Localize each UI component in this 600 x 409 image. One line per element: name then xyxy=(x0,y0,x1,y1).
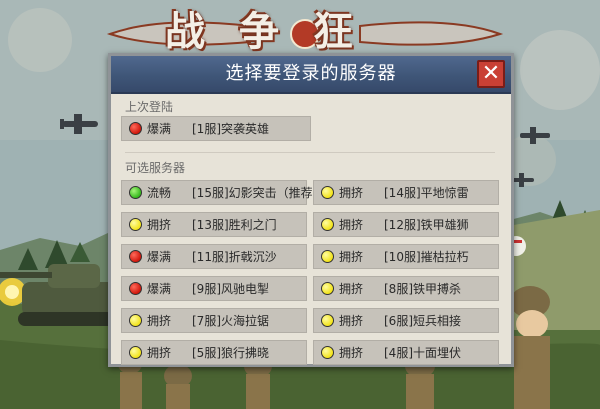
status-yellow-icon xyxy=(129,314,142,327)
dialog-titlebar: 选择要登录的服务器 ✕ xyxy=(111,56,511,94)
server-status: 拥挤 xyxy=(339,250,364,264)
server-name: [6服]短兵相接 xyxy=(384,314,461,328)
last-login-label: 上次登陆 xyxy=(125,100,174,114)
status-yellow-icon xyxy=(321,218,334,231)
server-status: 拥挤 xyxy=(147,218,172,232)
server-name: [1服]突袭英雄 xyxy=(192,122,269,136)
last-login-server[interactable]: 爆满 [1服]突袭英雄 xyxy=(121,116,311,141)
server-name: [7服]火海拉锯 xyxy=(192,314,269,328)
server-status: 爆满 xyxy=(147,250,172,264)
server-row[interactable]: 流畅 [15服]幻影突击（推荐） xyxy=(121,180,325,205)
server-status: 拥挤 xyxy=(147,346,172,360)
server-name: [4服]十面埋伏 xyxy=(384,346,461,360)
server-row[interactable]: 爆满 [9服]风驰电掣 xyxy=(121,276,307,301)
server-status: 拥挤 xyxy=(339,218,364,232)
server-name: [11服]折戟沉沙 xyxy=(192,250,277,264)
close-button[interactable]: ✕ xyxy=(477,60,505,88)
server-status: 拥挤 xyxy=(339,186,364,200)
server-name: [15服]幻影突击（推荐） xyxy=(192,186,325,200)
server-row[interactable]: 拥挤 [4服]十面埋伏 xyxy=(313,340,499,365)
server-name: [10服]摧枯拉朽 xyxy=(384,250,469,264)
status-red-icon xyxy=(129,282,142,295)
server-status: 拥挤 xyxy=(339,314,364,328)
server-select-dialog: 选择要登录的服务器 ✕ 上次登陆 爆满 [1服]突袭英雄 可选服务器 流畅 [15… xyxy=(108,53,514,367)
status-green-icon xyxy=(129,186,142,199)
status-yellow-icon xyxy=(321,250,334,263)
status-yellow-icon xyxy=(321,282,334,295)
status-red-icon xyxy=(129,122,142,135)
status-yellow-icon xyxy=(321,314,334,327)
server-row[interactable]: 拥挤 [14服]平地惊雷 xyxy=(313,180,499,205)
close-icon: ✕ xyxy=(481,61,501,86)
server-status: 拥挤 xyxy=(339,346,364,360)
server-row[interactable]: 拥挤 [6服]短兵相接 xyxy=(313,308,499,333)
game-logo-title: 战争狂职 xyxy=(165,9,387,107)
dialog-title: 选择要登录的服务器 xyxy=(225,63,397,84)
server-status: 拥挤 xyxy=(147,314,172,328)
status-yellow-icon xyxy=(321,186,334,199)
status-yellow-icon xyxy=(321,346,334,359)
server-name: [5服]狼行拂晓 xyxy=(192,346,269,360)
status-red-icon xyxy=(129,250,142,263)
server-row[interactable]: 爆满 [11服]折戟沉沙 xyxy=(121,244,307,269)
server-name: [13服]胜利之门 xyxy=(192,218,277,232)
available-servers-label: 可选服务器 xyxy=(125,161,186,175)
server-name: [12服]铁甲雄狮 xyxy=(384,218,469,232)
status-yellow-icon xyxy=(129,218,142,231)
server-row[interactable]: 拥挤 [12服]铁甲雄狮 xyxy=(313,212,499,237)
server-name: [8服]铁甲搏杀 xyxy=(384,282,461,296)
section-divider xyxy=(125,152,495,153)
server-row[interactable]: 拥挤 [13服]胜利之门 xyxy=(121,212,307,237)
server-name: [14服]平地惊雷 xyxy=(384,186,469,200)
server-row[interactable]: 拥挤 [8服]铁甲搏杀 xyxy=(313,276,499,301)
server-row[interactable]: 拥挤 [10服]摧枯拉朽 xyxy=(313,244,499,269)
server-row[interactable]: 拥挤 [5服]狼行拂晓 xyxy=(121,340,307,365)
server-status: 流畅 xyxy=(147,186,172,200)
status-yellow-icon xyxy=(129,346,142,359)
server-status: 拥挤 xyxy=(339,282,364,296)
server-status: 爆满 xyxy=(147,282,172,296)
server-name: [9服]风驰电掣 xyxy=(192,282,269,296)
server-status: 爆满 xyxy=(147,122,172,136)
server-row[interactable]: 拥挤 [7服]火海拉锯 xyxy=(121,308,307,333)
